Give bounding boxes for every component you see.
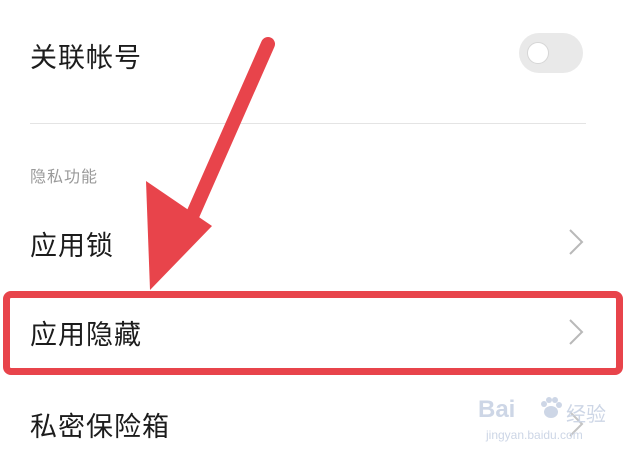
private-vault-row[interactable]: 私密保险箱 [0,385,628,459]
linked-account-row[interactable]: 关联帐号 [0,0,628,110]
chevron-right-icon [569,229,584,255]
app-lock-row[interactable]: 应用锁 [0,200,628,285]
settings-screen: 关联帐号 隐私功能 应用锁 应用隐藏 私密保险箱 Bai 经验 jingyan.… [0,0,628,459]
chevron-right-icon [569,319,584,345]
private-vault-label: 私密保险箱 [30,412,170,443]
linked-account-label: 关联帐号 [30,43,142,74]
chevron-right-icon [569,411,584,437]
app-lock-label: 应用锁 [30,231,114,262]
app-hide-row[interactable]: 应用隐藏 [0,291,628,375]
toggle-knob [527,42,549,64]
divider [30,123,586,124]
linked-account-toggle[interactable] [519,33,583,73]
privacy-section-header: 隐私功能 [30,167,99,186]
app-hide-label: 应用隐藏 [30,320,142,351]
